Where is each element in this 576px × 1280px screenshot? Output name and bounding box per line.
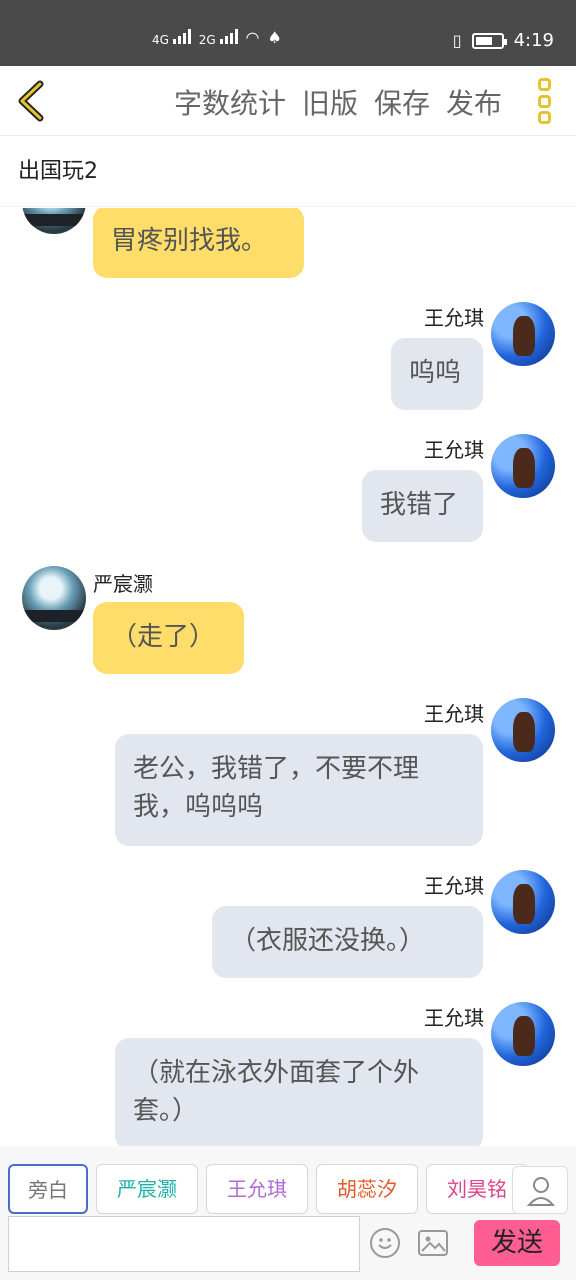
add-character-button[interactable] (512, 1166, 568, 1214)
composer-bar: 发送 (0, 1216, 576, 1280)
chat-list[interactable]: 胃疼别找我。 王允琪 呜呜 王允琪 我错了 严宸灏 （走了） 王允琪 老公，我错… (0, 208, 576, 1146)
sender-name: 王允琪 (424, 874, 484, 898)
message-bubble[interactable]: （衣服还没换。） (212, 906, 483, 978)
sender-name: 王允琪 (424, 438, 484, 462)
wifi-icon: ◠ (245, 28, 260, 47)
send-button[interactable]: 发送 (474, 1220, 560, 1266)
save-button[interactable]: 保存 (374, 82, 430, 122)
word-count-button[interactable]: 字数统计 (174, 82, 286, 122)
message-bubble[interactable]: 呜呜 (391, 338, 483, 410)
emoji-icon[interactable] (370, 1228, 400, 1258)
message-bubble[interactable]: 老公，我错了，不要不理我，呜呜呜 (115, 734, 483, 846)
chat-title: 出国玩2 (0, 137, 576, 207)
qq-icon: ♠ (267, 28, 282, 47)
avatar[interactable] (491, 1002, 555, 1066)
back-arrow-icon[interactable] (12, 78, 52, 124)
message-input[interactable] (8, 1216, 360, 1272)
character-chip[interactable]: 严宸灏 (96, 1164, 198, 1214)
sender-name: 王允琪 (424, 1006, 484, 1030)
avatar[interactable] (491, 434, 555, 498)
avatar[interactable] (491, 302, 555, 366)
avatar[interactable] (22, 208, 86, 234)
battery-icon (471, 32, 507, 49)
message-bubble[interactable]: 我错了 (362, 470, 483, 542)
sender-name: 王允琪 (424, 306, 484, 330)
sender-name: 王允琪 (424, 702, 484, 726)
character-chip-narrator[interactable]: 旁白 (8, 1164, 88, 1214)
vibrate-icon: ▯ (452, 31, 462, 50)
message-bubble[interactable]: 胃疼别找我。 (93, 208, 304, 278)
status-bar: 4G 2G ◠ ♠ ▯ 4:19 (0, 0, 576, 66)
character-chip[interactable]: 王允琪 (206, 1164, 308, 1214)
sender-name: 严宸灏 (93, 572, 153, 596)
message-bubble[interactable]: （就在泳衣外面套了个外套。） (115, 1038, 483, 1146)
top-toolbar: 字数统计 旧版 保存 发布 (0, 66, 576, 136)
avatar[interactable] (491, 870, 555, 934)
signal-2g-icon: 2G (199, 28, 238, 47)
avatar[interactable] (22, 566, 86, 630)
more-menu-icon[interactable] (534, 78, 554, 124)
character-selector: 旁白 严宸灏 王允琪 胡蕊汐 刘昊铭 (0, 1146, 576, 1216)
old-version-button[interactable]: 旧版 (302, 82, 358, 122)
image-icon[interactable] (418, 1230, 448, 1256)
publish-button[interactable]: 发布 (446, 82, 502, 122)
character-chip[interactable]: 胡蕊汐 (316, 1164, 418, 1214)
message-bubble[interactable]: （走了） (93, 602, 244, 674)
clock: 4:19 (513, 30, 554, 51)
signal-4g-icon: 4G (152, 28, 191, 47)
avatar[interactable] (491, 698, 555, 762)
person-icon (526, 1177, 556, 1206)
